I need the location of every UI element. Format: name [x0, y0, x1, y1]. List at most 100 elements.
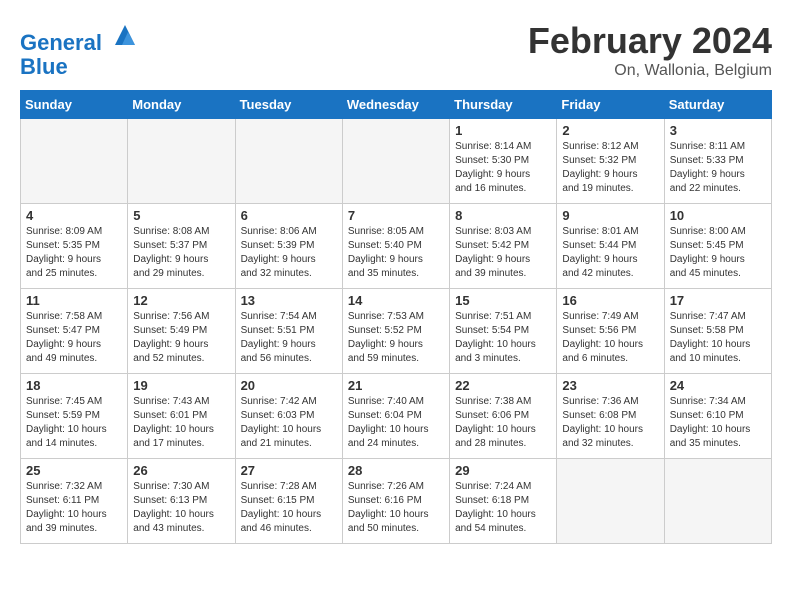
day-info: Sunrise: 7:36 AM Sunset: 6:08 PM Dayligh…	[562, 395, 658, 451]
calendar-week-5: 25 Sunrise: 7:32 AM Sunset: 6:11 PM Dayli…	[21, 459, 772, 544]
weekday-header-friday: Friday	[557, 91, 664, 119]
day-info: Sunrise: 7:24 AM Sunset: 6:18 PM Dayligh…	[455, 480, 551, 536]
weekday-header-monday: Monday	[128, 91, 235, 119]
calendar-cell	[557, 459, 664, 544]
day-info: Sunrise: 7:32 AM Sunset: 6:11 PM Dayligh…	[26, 480, 122, 536]
logo-blue: Blue	[20, 55, 140, 79]
day-info: Sunrise: 8:06 AM Sunset: 5:39 PM Dayligh…	[241, 225, 337, 281]
day-number: 3	[670, 123, 766, 138]
calendar-cell: 1 Sunrise: 8:14 AM Sunset: 5:30 PM Daylig…	[450, 119, 557, 204]
day-info: Sunrise: 8:08 AM Sunset: 5:37 PM Dayligh…	[133, 225, 229, 281]
day-info: Sunrise: 7:26 AM Sunset: 6:16 PM Dayligh…	[348, 480, 444, 536]
day-info: Sunrise: 7:54 AM Sunset: 5:51 PM Dayligh…	[241, 310, 337, 366]
day-number: 10	[670, 208, 766, 223]
day-info: Sunrise: 8:01 AM Sunset: 5:44 PM Dayligh…	[562, 225, 658, 281]
weekday-header-wednesday: Wednesday	[342, 91, 449, 119]
day-number: 9	[562, 208, 658, 223]
calendar-cell: 19 Sunrise: 7:43 AM Sunset: 6:01 PM Dayli…	[128, 374, 235, 459]
calendar-cell: 5Sunrise: 8:08 AM Sunset: 5:37 PM Daylig…	[128, 204, 235, 289]
calendar-cell	[128, 119, 235, 204]
calendar-cell	[21, 119, 128, 204]
day-number: 2	[562, 123, 658, 138]
day-number: 4	[26, 208, 122, 223]
day-info: Sunrise: 7:30 AM Sunset: 6:13 PM Dayligh…	[133, 480, 229, 536]
logo-icon	[110, 20, 140, 50]
day-info: Sunrise: 8:12 AM Sunset: 5:32 PM Dayligh…	[562, 140, 658, 196]
day-number: 19	[133, 378, 229, 393]
calendar-cell: 23Sunrise: 7:36 AM Sunset: 6:08 PM Dayli…	[557, 374, 664, 459]
logo-text: General	[20, 20, 140, 55]
calendar-cell: 21 Sunrise: 7:40 AM Sunset: 6:04 PM Dayli…	[342, 374, 449, 459]
calendar-cell: 12 Sunrise: 7:56 AM Sunset: 5:49 PM Dayli…	[128, 289, 235, 374]
day-info: Sunrise: 8:00 AM Sunset: 5:45 PM Dayligh…	[670, 225, 766, 281]
calendar-cell: 25 Sunrise: 7:32 AM Sunset: 6:11 PM Dayli…	[21, 459, 128, 544]
day-number: 28	[348, 463, 444, 478]
calendar-cell: 20 Sunrise: 7:42 AM Sunset: 6:03 PM Dayli…	[235, 374, 342, 459]
calendar-body: 1 Sunrise: 8:14 AM Sunset: 5:30 PM Daylig…	[21, 119, 772, 544]
day-info: Sunrise: 7:43 AM Sunset: 6:01 PM Dayligh…	[133, 395, 229, 451]
day-info: Sunrise: 7:49 AM Sunset: 5:56 PM Dayligh…	[562, 310, 658, 366]
calendar-cell: 14Sunrise: 7:53 AM Sunset: 5:52 PM Dayli…	[342, 289, 449, 374]
weekday-header-sunday: Sunday	[21, 91, 128, 119]
day-info: Sunrise: 8:09 AM Sunset: 5:35 PM Dayligh…	[26, 225, 122, 281]
calendar-cell: 4 Sunrise: 8:09 AM Sunset: 5:35 PM Daylig…	[21, 204, 128, 289]
calendar-cell: 7Sunrise: 8:05 AM Sunset: 5:40 PM Daylig…	[342, 204, 449, 289]
calendar-cell: 18Sunrise: 7:45 AM Sunset: 5:59 PM Dayli…	[21, 374, 128, 459]
calendar-cell: 15 Sunrise: 7:51 AM Sunset: 5:54 PM Dayli…	[450, 289, 557, 374]
day-number: 21	[348, 378, 444, 393]
calendar-cell: 28 Sunrise: 7:26 AM Sunset: 6:16 PM Dayli…	[342, 459, 449, 544]
day-number: 27	[241, 463, 337, 478]
day-number: 6	[241, 208, 337, 223]
calendar-cell: 16 Sunrise: 7:49 AM Sunset: 5:56 PM Dayli…	[557, 289, 664, 374]
location: On, Wallonia, Belgium	[528, 62, 772, 80]
day-number: 15	[455, 293, 551, 308]
calendar-cell: 27 Sunrise: 7:28 AM Sunset: 6:15 PM Dayli…	[235, 459, 342, 544]
logo: General Blue	[20, 20, 140, 79]
calendar-week-4: 18Sunrise: 7:45 AM Sunset: 5:59 PM Dayli…	[21, 374, 772, 459]
weekday-header-saturday: Saturday	[664, 91, 771, 119]
calendar-week-1: 1 Sunrise: 8:14 AM Sunset: 5:30 PM Daylig…	[21, 119, 772, 204]
calendar-cell	[342, 119, 449, 204]
day-number: 1	[455, 123, 551, 138]
title-area: February 2024 On, Wallonia, Belgium	[528, 20, 772, 80]
calendar-cell: 8Sunrise: 8:03 AM Sunset: 5:42 PM Daylig…	[450, 204, 557, 289]
weekday-header-tuesday: Tuesday	[235, 91, 342, 119]
day-info: Sunrise: 7:42 AM Sunset: 6:03 PM Dayligh…	[241, 395, 337, 451]
calendar-cell: 13 Sunrise: 7:54 AM Sunset: 5:51 PM Dayli…	[235, 289, 342, 374]
day-number: 13	[241, 293, 337, 308]
day-info: Sunrise: 7:40 AM Sunset: 6:04 PM Dayligh…	[348, 395, 444, 451]
month-title: February 2024	[528, 20, 772, 62]
calendar-cell	[664, 459, 771, 544]
day-info: Sunrise: 7:45 AM Sunset: 5:59 PM Dayligh…	[26, 395, 122, 451]
day-info: Sunrise: 7:56 AM Sunset: 5:49 PM Dayligh…	[133, 310, 229, 366]
calendar-week-3: 11Sunrise: 7:58 AM Sunset: 5:47 PM Dayli…	[21, 289, 772, 374]
day-info: Sunrise: 8:05 AM Sunset: 5:40 PM Dayligh…	[348, 225, 444, 281]
calendar-cell: 6 Sunrise: 8:06 AM Sunset: 5:39 PM Daylig…	[235, 204, 342, 289]
calendar-table: SundayMondayTuesdayWednesdayThursdayFrid…	[20, 90, 772, 544]
calendar-cell: 22Sunrise: 7:38 AM Sunset: 6:06 PM Dayli…	[450, 374, 557, 459]
day-info: Sunrise: 8:14 AM Sunset: 5:30 PM Dayligh…	[455, 140, 551, 196]
day-info: Sunrise: 7:47 AM Sunset: 5:58 PM Dayligh…	[670, 310, 766, 366]
day-number: 24	[670, 378, 766, 393]
calendar-cell	[235, 119, 342, 204]
calendar-cell: 2 Sunrise: 8:12 AM Sunset: 5:32 PM Daylig…	[557, 119, 664, 204]
day-number: 12	[133, 293, 229, 308]
day-info: Sunrise: 7:53 AM Sunset: 5:52 PM Dayligh…	[348, 310, 444, 366]
calendar-cell: 3Sunrise: 8:11 AM Sunset: 5:33 PM Daylig…	[664, 119, 771, 204]
day-number: 8	[455, 208, 551, 223]
day-number: 26	[133, 463, 229, 478]
calendar-cell: 24 Sunrise: 7:34 AM Sunset: 6:10 PM Dayli…	[664, 374, 771, 459]
day-info: Sunrise: 7:51 AM Sunset: 5:54 PM Dayligh…	[455, 310, 551, 366]
day-number: 22	[455, 378, 551, 393]
calendar-cell: 26 Sunrise: 7:30 AM Sunset: 6:13 PM Dayli…	[128, 459, 235, 544]
day-info: Sunrise: 7:34 AM Sunset: 6:10 PM Dayligh…	[670, 395, 766, 451]
calendar-cell: 29Sunrise: 7:24 AM Sunset: 6:18 PM Dayli…	[450, 459, 557, 544]
day-info: Sunrise: 7:58 AM Sunset: 5:47 PM Dayligh…	[26, 310, 122, 366]
day-number: 25	[26, 463, 122, 478]
day-info: Sunrise: 7:28 AM Sunset: 6:15 PM Dayligh…	[241, 480, 337, 536]
day-number: 20	[241, 378, 337, 393]
weekday-header-row: SundayMondayTuesdayWednesdayThursdayFrid…	[21, 91, 772, 119]
logo-general: General	[20, 30, 102, 55]
calendar-cell: 9 Sunrise: 8:01 AM Sunset: 5:44 PM Daylig…	[557, 204, 664, 289]
day-number: 16	[562, 293, 658, 308]
